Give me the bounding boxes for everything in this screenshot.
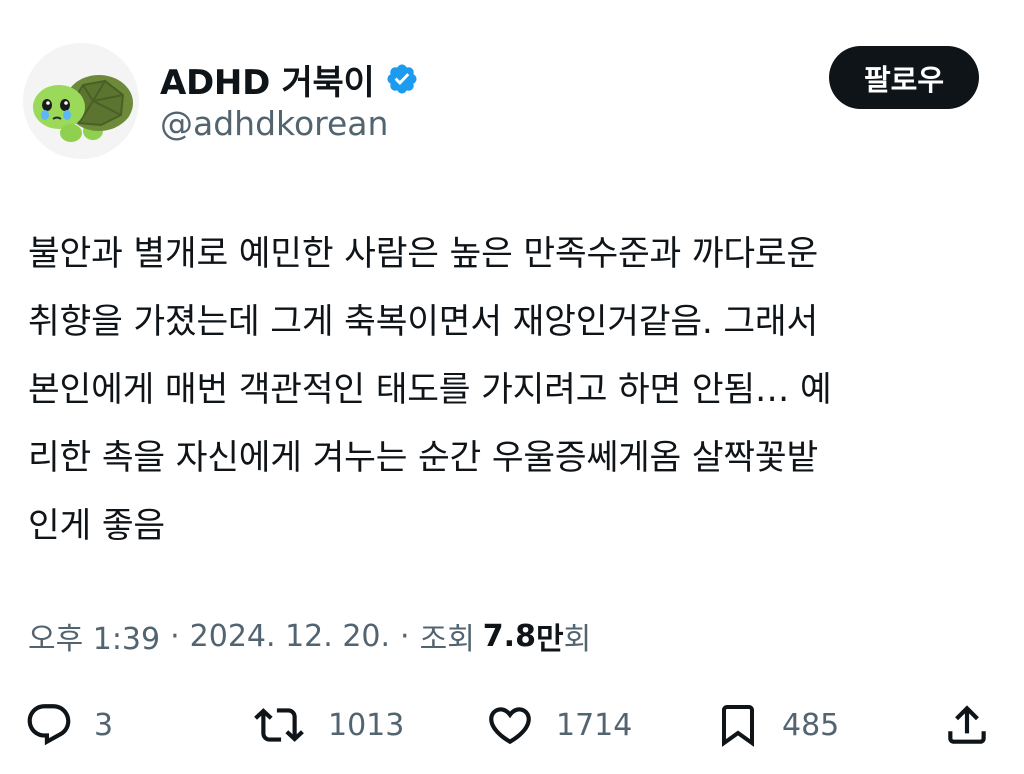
tweet-line: 리한 촉을 자신에게 겨누는 순간 우울증쎄게옴 살짝꽃밭	[28, 438, 819, 478]
views-count: 7.8	[482, 618, 536, 654]
avatar[interactable]	[23, 43, 139, 159]
views-label: 조회	[419, 622, 475, 657]
tweet-text: 불안과 별개로 예민한 사람은 높은 만족수준과 까다로운 취향을 가졌는데 그…	[28, 220, 993, 560]
like-button[interactable]: 1714	[484, 690, 632, 760]
tweet-date[interactable]: 2024. 12. 20.	[190, 619, 390, 654]
tweet-line: 불안과 별개로 예민한 사람은 높은 만족수준과 까다로운	[28, 234, 819, 274]
action-bar: 3 1013 1714 485	[0, 690, 1024, 760]
retweet-count: 1013	[328, 707, 405, 743]
turtle-avatar-icon	[33, 75, 133, 142]
meta-separator: ·	[170, 618, 180, 654]
bookmark-count: 485	[782, 707, 840, 743]
tweet-line: 취향을 가졌는데 그게 축복이면서 재앙인거같음. 그래서	[28, 302, 819, 342]
reply-count: 3	[94, 707, 114, 743]
tweet-meta: 오후 1:39 · 2024. 12. 20. · 조회 7.8 만 회	[28, 611, 591, 661]
tweet-line: 본인에게 매번 객관적인 태도를 가지려고 하면 안됨… 예	[28, 370, 832, 410]
verified-badge-icon	[385, 62, 419, 96]
bookmark-icon	[722, 705, 754, 747]
like-count: 1714	[556, 707, 633, 743]
bookmark-button[interactable]: 485	[714, 690, 839, 760]
share-button[interactable]	[942, 690, 992, 760]
retweet-button[interactable]: 1013	[250, 690, 404, 760]
reply-icon	[27, 704, 71, 746]
reply-button[interactable]: 3	[24, 690, 113, 760]
tweet-line: 인게 좋음	[28, 506, 165, 546]
tweet-time[interactable]: 오후 1:39	[28, 614, 160, 658]
follow-button[interactable]: 팔로우	[829, 46, 979, 109]
share-icon	[948, 705, 986, 744]
views-suffix: 회	[563, 622, 592, 657]
meta-separator: ·	[400, 618, 410, 654]
views-unit: 만	[535, 622, 564, 657]
heart-icon	[489, 707, 531, 745]
author-name-row[interactable]: ADHD 거북이	[160, 55, 419, 104]
author-handle[interactable]: @adhdkorean	[160, 104, 388, 143]
display-name[interactable]: ADHD 거북이	[160, 55, 375, 104]
retweet-icon	[254, 708, 304, 742]
